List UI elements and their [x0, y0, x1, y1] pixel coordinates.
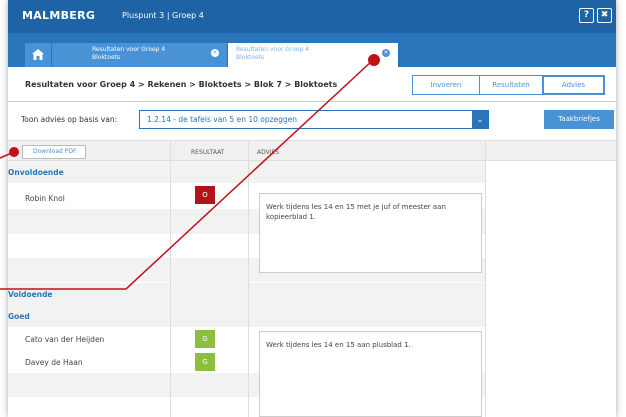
student-name[interactable]: Cato van der Heijden — [25, 335, 104, 344]
app-window: MALMBERG Pluspunt 3 | Groep 4 ? ✖ Result… — [8, 0, 616, 417]
tab-subtitle: Bloktoets — [236, 54, 265, 61]
group-row-goed — [8, 305, 485, 327]
advice-box[interactable]: Werk tijdens les 14 en 15 met je juf of … — [259, 193, 482, 273]
group-label-onvoldoende: Onvoldoende — [8, 168, 64, 177]
result-badge[interactable]: O — [195, 186, 215, 204]
table-header — [8, 140, 616, 161]
home-icon — [32, 49, 44, 60]
group-row-onvoldoende — [8, 161, 485, 183]
column-divider — [170, 140, 171, 417]
view-tabs: Invoeren Resultaten Advies — [412, 75, 605, 95]
group-label-goed: Goed — [8, 312, 30, 321]
column-header-advies: ADVIES — [257, 149, 280, 156]
breadcrumb: Resultaten voor Groep 4 > Rekenen > Blok… — [25, 80, 338, 89]
result-badge[interactable]: G — [195, 353, 215, 371]
taakbriefjes-button[interactable]: Taakbriefjes — [544, 110, 614, 129]
divider — [8, 101, 616, 102]
tab-advies[interactable]: Advies — [542, 75, 605, 95]
column-divider — [485, 140, 486, 417]
advies-basis-label: Toon advies op basis van: — [21, 115, 118, 124]
student-name[interactable]: Davey de Haan — [25, 358, 83, 367]
home-tab[interactable] — [25, 43, 51, 67]
student-name[interactable]: Robin Knol — [25, 194, 65, 203]
group-label-voldoende: Voldoende — [8, 290, 53, 299]
tab-subtitle: Bloktoets — [92, 54, 121, 61]
tab-resultaten-1[interactable]: Resultaten voor Groep 4 Bloktoets × — [52, 43, 227, 67]
close-window-button[interactable]: ✖ — [597, 8, 612, 23]
group-row-voldoende — [8, 283, 485, 305]
tab-title: Resultaten voor Groep 4 — [236, 46, 310, 53]
advies-select[interactable]: 1.2.14 - de tafels van 5 en 10 opzeggen … — [139, 110, 489, 129]
result-badge[interactable]: G — [195, 330, 215, 348]
column-header-resultaat: RESULTAAT — [191, 149, 225, 156]
tab-title: Resultaten voor Groep 4 — [92, 46, 166, 53]
course-title: Pluspunt 3 | Groep 4 — [122, 11, 204, 20]
tab-resultaten[interactable]: Resultaten — [479, 75, 543, 95]
tab-resultaten-2[interactable]: Resultaten voor Groep 4 Bloktoets × — [228, 43, 398, 67]
advies-select-value: 1.2.14 - de tafels van 5 en 10 opzeggen — [147, 115, 298, 124]
top-bar: MALMBERG Pluspunt 3 | Groep 4 ? ✖ — [8, 0, 616, 33]
tab-invoeren[interactable]: Invoeren — [412, 75, 480, 95]
advice-box[interactable]: Werk tijdens les 14 en 15 aan plusblad 1… — [259, 331, 482, 417]
close-icon[interactable]: × — [211, 49, 219, 57]
tab-strip: Resultaten voor Groep 4 Bloktoets × Resu… — [8, 33, 616, 67]
column-divider — [248, 140, 249, 417]
help-button[interactable]: ? — [579, 8, 594, 23]
chevron-down-icon[interactable]: ⌄ — [472, 111, 488, 128]
download-pdf-button[interactable]: Download PDF — [22, 145, 86, 159]
close-icon[interactable]: × — [382, 49, 390, 57]
logo: MALMBERG — [22, 9, 96, 22]
